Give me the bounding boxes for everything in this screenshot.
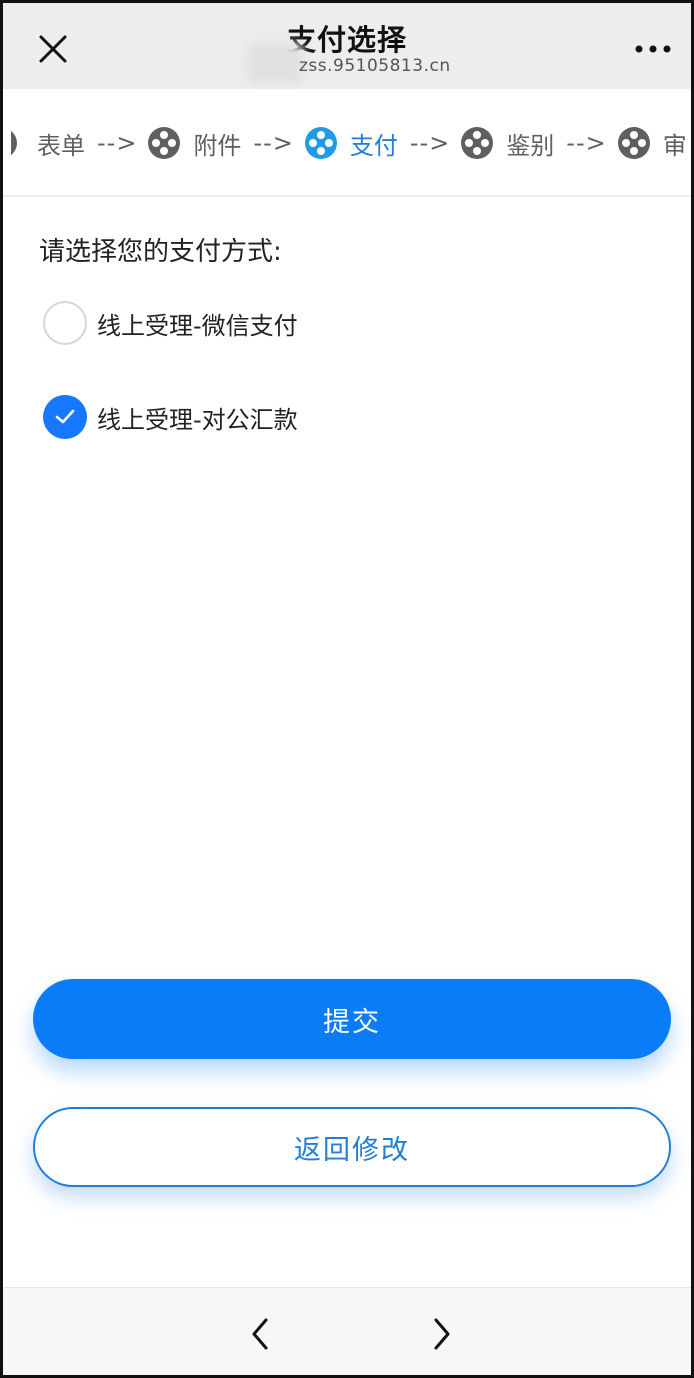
- step-icon: [147, 126, 181, 160]
- step-label-payment: 支付: [349, 131, 398, 160]
- payment-option-wechat[interactable]: 线上受理-微信支付: [43, 301, 298, 345]
- step-label-identify: 鉴别: [506, 131, 555, 160]
- step-arrow: -->: [253, 129, 294, 157]
- step-arrow: -->: [97, 129, 138, 157]
- back-edit-button[interactable]: 返回修改: [33, 1107, 671, 1187]
- url-blur: [247, 43, 303, 83]
- payment-option-transfer[interactable]: 线上受理-对公汇款: [43, 395, 298, 439]
- checkmark-icon: [55, 409, 75, 424]
- top-bar: 支付选择 zss.95105813.cn: [3, 3, 691, 89]
- payment-option-label: 线上受理-微信支付: [97, 311, 298, 340]
- payment-option-label: 线上受理-对公汇款: [97, 405, 298, 434]
- radio-checked[interactable]: [43, 395, 87, 439]
- page-title: 支付选择: [286, 23, 407, 57]
- chevron-right-icon[interactable]: [419, 1312, 463, 1356]
- step-progress: 表单 --> 附件 --> 支付 --> 鉴别 --> 审: [3, 89, 691, 197]
- payment-prompt: 请选择您的支付方式:: [39, 237, 282, 267]
- step-label-review: 审: [662, 131, 687, 160]
- submit-button[interactable]: 提交: [33, 979, 671, 1059]
- bottom-nav: [3, 1287, 691, 1375]
- more-icon[interactable]: [633, 39, 673, 59]
- step-icon: [460, 126, 494, 160]
- step-label-form: 表单: [37, 131, 85, 160]
- step-icon-active: [304, 126, 338, 160]
- step-arrow: -->: [409, 129, 451, 157]
- step-label-attachment: 附件: [193, 131, 242, 160]
- radio-unchecked[interactable]: [43, 301, 87, 345]
- step-arrow: -->: [566, 129, 607, 157]
- step-icon-partial: [11, 128, 21, 158]
- step-icon: [617, 126, 651, 160]
- phone-frame: 支付选择 zss.95105813.cn 表单 --> 附件 --> 支付 --…: [0, 0, 694, 1378]
- step-row: 表单 --> 附件 --> 支付 --> 鉴别 --> 审: [11, 123, 691, 163]
- page-url: zss.95105813.cn: [299, 56, 451, 76]
- chevron-left-icon[interactable]: [239, 1312, 283, 1356]
